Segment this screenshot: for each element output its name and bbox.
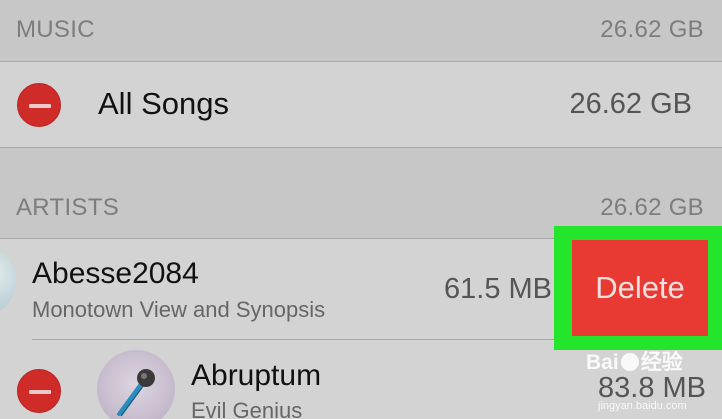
watermark-brand-left: Bai <box>586 351 619 374</box>
music-section-size: 26.62 GB <box>600 16 704 43</box>
divider <box>0 61 722 62</box>
divider <box>32 339 556 340</box>
music-section-header: MUSIC 26.62 GB <box>0 0 722 60</box>
music-section-title: MUSIC <box>16 16 95 43</box>
delete-all-songs-minus-button[interactable] <box>17 83 61 127</box>
minus-icon <box>29 104 51 108</box>
watermark-url: jingyan.baidu.com <box>598 400 687 412</box>
microphone-icon <box>117 369 155 417</box>
all-songs-label: All Songs <box>98 86 229 121</box>
all-songs-size: 26.62 GB <box>569 88 692 120</box>
paw-icon <box>620 353 639 371</box>
artist-subtitle: Evil Genius <box>191 398 303 419</box>
delete-artist-minus-button[interactable] <box>17 369 61 413</box>
delete-button[interactable]: Delete <box>572 240 708 336</box>
storage-screen: MUSIC 26.62 GB All Songs 26.62 GB ARTIST… <box>0 0 722 419</box>
artist-size: 61.5 MB <box>444 273 552 305</box>
divider <box>0 147 722 148</box>
artists-section-size: 26.62 GB <box>600 194 704 221</box>
artist-avatar <box>97 350 175 419</box>
artists-section-title: ARTISTS <box>16 194 120 221</box>
artist-name: Abesse2084 <box>32 257 199 290</box>
watermark-brand-right: 经验 <box>640 351 683 374</box>
artist-subtitle: Monotown View and Synopsis <box>32 297 326 322</box>
minus-icon <box>29 390 51 394</box>
artist-name: Abruptum <box>191 359 322 392</box>
watermark: Bai 经验 <box>586 346 722 386</box>
